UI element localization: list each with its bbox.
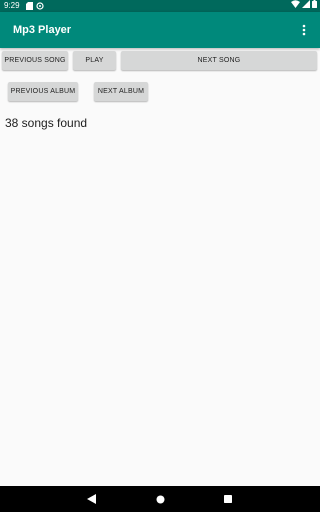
previous-album-button[interactable]: PREVIOUS ALBUM bbox=[8, 82, 78, 101]
recents-icon[interactable] bbox=[220, 491, 236, 507]
sd-card-icon bbox=[26, 2, 33, 10]
more-vert-icon[interactable] bbox=[294, 20, 314, 40]
back-icon[interactable] bbox=[83, 491, 99, 507]
signal-icon bbox=[302, 0, 310, 12]
home-icon[interactable] bbox=[152, 491, 168, 507]
sync-icon bbox=[36, 2, 44, 10]
battery-icon bbox=[312, 0, 317, 12]
wifi-icon bbox=[291, 0, 300, 12]
navigation-bar bbox=[0, 486, 320, 512]
status-bar: 9:29 bbox=[0, 0, 320, 12]
next-album-button[interactable]: NEXT ALBUM bbox=[94, 82, 148, 101]
next-song-button[interactable]: NEXT SONG bbox=[121, 51, 317, 70]
status-icons bbox=[291, 0, 317, 12]
songs-found-label: 38 songs found bbox=[5, 116, 88, 130]
app-title: Mp3 Player bbox=[13, 24, 72, 36]
app-bar: Mp3 Player bbox=[0, 12, 320, 48]
screen: 9:29 Mp3 Player PREVIOUS SONG PLAY NEXT … bbox=[0, 0, 320, 512]
status-time: 9:29 bbox=[4, 1, 20, 10]
previous-song-button[interactable]: PREVIOUS SONG bbox=[2, 51, 68, 70]
play-button[interactable]: PLAY bbox=[73, 51, 116, 70]
